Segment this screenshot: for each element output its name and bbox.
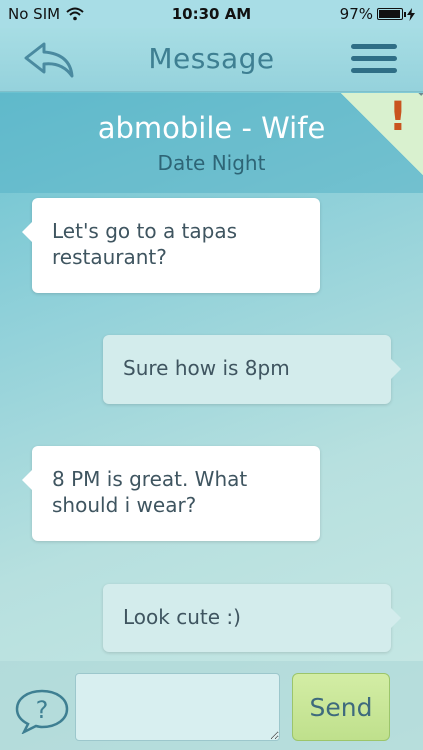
- help-question-icon: ?: [15, 689, 69, 735]
- conversation-header: ! abmobile - Wife Date Night: [0, 93, 423, 193]
- send-button[interactable]: Send: [292, 673, 390, 741]
- conversation-title: abmobile - Wife: [97, 111, 326, 145]
- conversation-subtitle: Date Night: [157, 151, 266, 175]
- battery-icon: [377, 8, 406, 20]
- back-button[interactable]: [22, 40, 78, 80]
- message-bubble-outgoing: Sure how is 8pm: [103, 335, 401, 404]
- help-glyph: ?: [36, 696, 49, 724]
- battery-percent: 97%: [339, 5, 373, 23]
- message-text: Look cute :): [123, 605, 241, 629]
- message-text: Let's go to a tapas restaurant?: [52, 219, 238, 269]
- back-arrow-icon: [24, 42, 74, 78]
- help-button[interactable]: ?: [14, 688, 70, 735]
- message-input[interactable]: [75, 673, 280, 741]
- status-right: 97%: [340, 5, 415, 23]
- lightning-icon: [407, 7, 415, 21]
- battery-level: [379, 10, 401, 18]
- menu-button[interactable]: [351, 44, 397, 76]
- hamburger-menu-icon: [351, 44, 397, 73]
- message-bubble-outgoing: Look cute :): [103, 584, 401, 652]
- nav-bar: Message: [0, 28, 423, 92]
- message-text: Sure how is 8pm: [123, 356, 290, 380]
- message-bubble-incoming: 8 PM is great. What should i wear?: [22, 446, 320, 541]
- message-bubble-incoming: Let's go to a tapas restaurant?: [22, 198, 320, 293]
- message-text: 8 PM is great. What should i wear?: [52, 467, 248, 517]
- status-bar: No SIM 10:30 AM 97%: [0, 0, 423, 28]
